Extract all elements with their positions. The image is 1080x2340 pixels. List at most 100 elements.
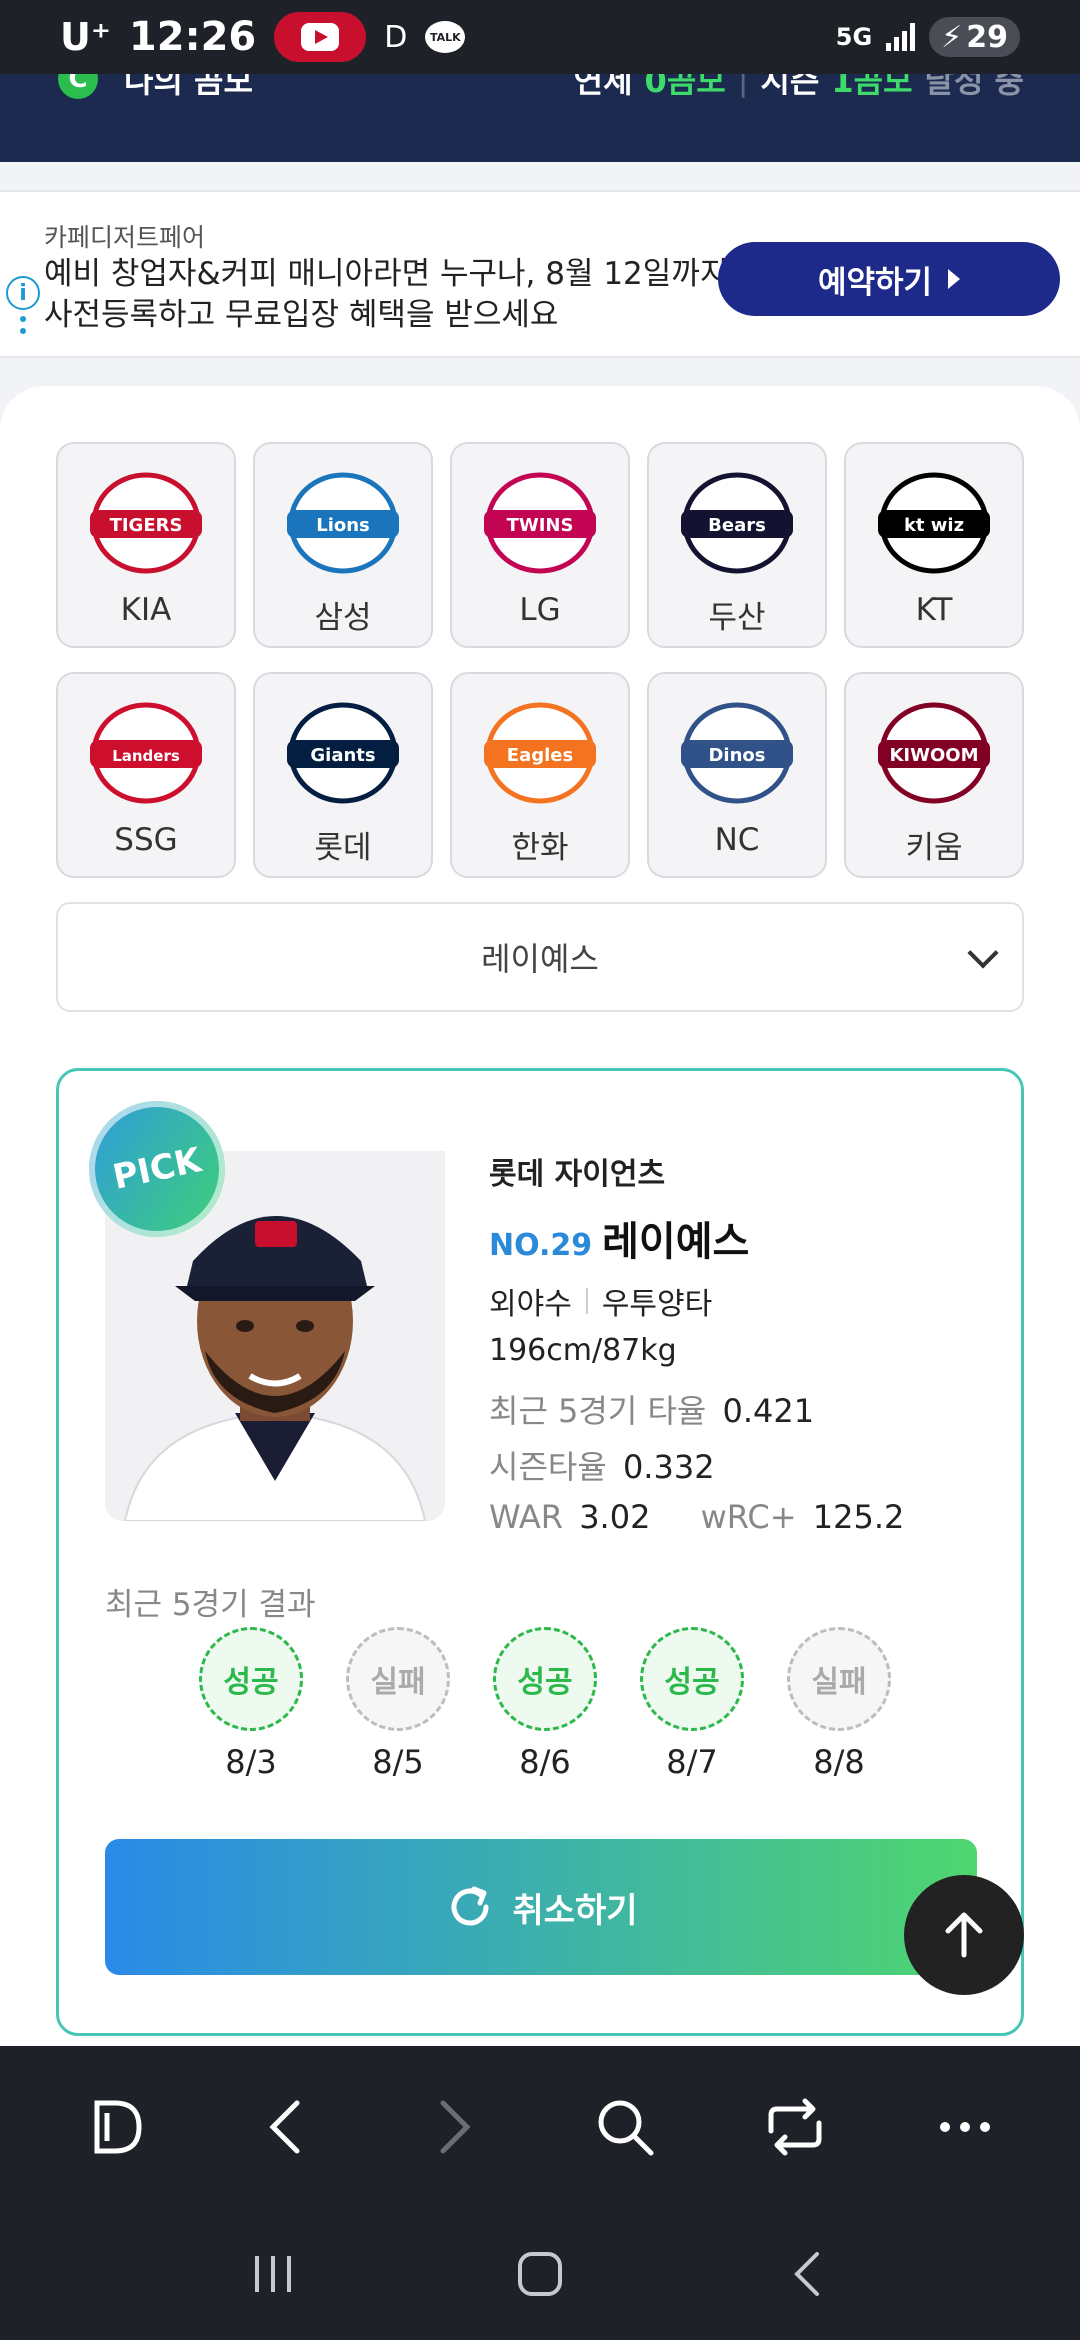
refresh-icon — [451, 1886, 489, 1926]
arrow-up-icon — [945, 1912, 983, 1958]
player-number: NO.29 — [489, 1228, 593, 1263]
player-select[interactable]: 레이예스 — [56, 902, 1024, 1012]
team-logo-icon: TWINS — [480, 468, 600, 578]
youtube-icon — [274, 12, 367, 62]
team-logo-text: Giants — [310, 745, 375, 766]
game-result: 실패 8/5 — [346, 1627, 450, 1781]
ad-text: 예비 창업자&커피 매니아라면 누구나, 8월 12일까지 사전등록하고 무료입… — [44, 256, 729, 333]
team-logo-text: Lions — [316, 515, 370, 536]
success-stamp: 성공 — [199, 1627, 303, 1731]
team-name: 삼성 — [314, 600, 372, 636]
play-arrow-icon — [948, 269, 961, 289]
content-sheet: TIGERS KIA Lions 삼성 TWINS LG Bears 두산 kt wiz KT La… — [0, 386, 1080, 2046]
game-result: 성공 8/7 — [640, 1627, 744, 1781]
team-name: 두산 — [708, 600, 766, 636]
player-team: 롯데 자이언츠 — [489, 1157, 666, 1192]
team-name: 롯데 — [314, 830, 372, 866]
team-logo-text: Bears — [708, 515, 766, 536]
more-icon[interactable] — [925, 2087, 1005, 2167]
team-button[interactable]: Lions 삼성 — [253, 442, 433, 648]
team-name: SSG — [114, 822, 178, 858]
ad-banner[interactable]: i 카페디저트페어 예비 창업자&커피 매니아라면 누구나, 8월 12일까지 … — [0, 190, 1080, 358]
chevron-down-icon — [967, 937, 999, 969]
team-logo-text: KIWOOM — [889, 745, 978, 766]
back-nav-icon[interactable] — [767, 2234, 847, 2314]
recent-avg-value: 0.421 — [722, 1392, 815, 1430]
season-avg-value: 0.332 — [622, 1448, 715, 1486]
team-logo-icon: Eagles — [480, 698, 600, 808]
team-button[interactable]: Giants 롯데 — [253, 672, 433, 878]
recents-icon[interactable] — [233, 2234, 313, 2314]
recent-games-list: 성공 8/3 실패 8/5 성공 8/6 성공 8/7 실패 8/8 — [199, 1627, 891, 1781]
team-button[interactable]: kt wiz KT — [844, 442, 1024, 648]
signal-icon — [886, 23, 916, 51]
tabs-icon[interactable] — [755, 2087, 835, 2167]
team-name: 키움 — [905, 830, 963, 866]
team-logo-text: Landers — [112, 747, 180, 765]
team-logo-icon: TIGERS — [86, 468, 206, 578]
cancel-button-label: 취소하기 — [512, 1890, 638, 1931]
team-button[interactable]: Eagles 한화 — [450, 672, 630, 878]
fail-stamp: 실패 — [346, 1627, 450, 1731]
success-stamp: 성공 — [493, 1627, 597, 1731]
team-button[interactable]: Landers SSG — [56, 672, 236, 878]
clock: 12:26 — [128, 14, 257, 60]
player-select-value: 레이예스 — [481, 940, 599, 978]
team-name: KT — [915, 592, 953, 628]
team-name: 한화 — [511, 830, 569, 866]
back-icon[interactable] — [245, 2087, 325, 2167]
player-card: PICK 롯데 자이언츠 NO.29 레이예스 외야수 우투양타 196cm/8… — [56, 1068, 1024, 2036]
game-date: 8/7 — [666, 1743, 718, 1781]
game-result: 성공 8/6 — [493, 1627, 597, 1781]
wrc-value: 125.2 — [812, 1498, 905, 1536]
game-date: 8/6 — [519, 1743, 571, 1781]
recent-games-title: 최근 5경기 결과 — [105, 1587, 316, 1623]
team-logo-text: TIGERS — [110, 515, 183, 536]
team-button[interactable]: TWINS LG — [450, 442, 630, 648]
team-logo-icon: Lions — [283, 468, 403, 578]
scroll-top-button[interactable] — [904, 1875, 1024, 1995]
team-logo-text: Dinos — [708, 745, 765, 766]
team-logo-icon: Giants — [283, 698, 403, 808]
game-result: 성공 8/3 — [199, 1627, 303, 1781]
carrier-label: U⁺ — [60, 15, 111, 59]
team-logo-icon: Bears — [677, 468, 797, 578]
player-bats-throws: 우투양타 — [601, 1287, 713, 1322]
wrc-label: wRC+ — [700, 1498, 797, 1536]
charging-icon: ⚡ — [941, 19, 963, 55]
fail-stamp: 실패 — [787, 1627, 891, 1731]
system-nav-bar — [0, 2208, 1080, 2340]
team-logo-text: TWINS — [507, 515, 574, 536]
season-avg-label: 시즌타율 — [489, 1448, 607, 1486]
player-position: 외야수 — [489, 1287, 572, 1322]
player-name: 레이예스 — [602, 1219, 750, 1265]
cancel-button[interactable]: 취소하기 — [105, 1839, 977, 1975]
search-icon[interactable] — [585, 2087, 665, 2167]
team-logo-text: Eagles — [507, 745, 573, 766]
team-button[interactable]: Bears 두산 — [647, 442, 827, 648]
team-name: KIA — [120, 592, 172, 628]
team-logo-text: kt wiz — [904, 515, 964, 536]
game-date: 8/5 — [372, 1743, 424, 1781]
ad-reserve-button[interactable]: 예약하기 — [718, 242, 1060, 316]
team-logo-icon: Dinos — [677, 698, 797, 808]
team-button[interactable]: Dinos NC — [647, 672, 827, 878]
ad-more-icon[interactable] — [20, 316, 26, 340]
war-value: 3.02 — [579, 1498, 651, 1536]
game-date: 8/8 — [813, 1743, 865, 1781]
d-logo-icon[interactable] — [75, 2087, 155, 2167]
recent-avg-label: 최근 5경기 타율 — [489, 1392, 707, 1430]
battery-indicator: ⚡ 29 — [929, 17, 1020, 57]
team-button[interactable]: TIGERS KIA — [56, 442, 236, 648]
d-notification-icon: D — [384, 19, 408, 55]
forward-icon[interactable] — [415, 2087, 495, 2167]
battery-level: 29 — [966, 19, 1008, 55]
game-date: 8/3 — [225, 1743, 277, 1781]
home-icon[interactable] — [500, 2234, 580, 2314]
team-name: LG — [519, 592, 561, 628]
team-button[interactable]: KIWOOM 키움 — [844, 672, 1024, 878]
ad-brand: 카페디저트페어 — [44, 223, 206, 252]
status-bar: U⁺ 12:26 D TALK 5G ⚡ 29 — [0, 0, 1080, 74]
team-logo-icon: KIWOOM — [874, 698, 994, 808]
ad-info-icon[interactable]: i — [6, 276, 40, 310]
